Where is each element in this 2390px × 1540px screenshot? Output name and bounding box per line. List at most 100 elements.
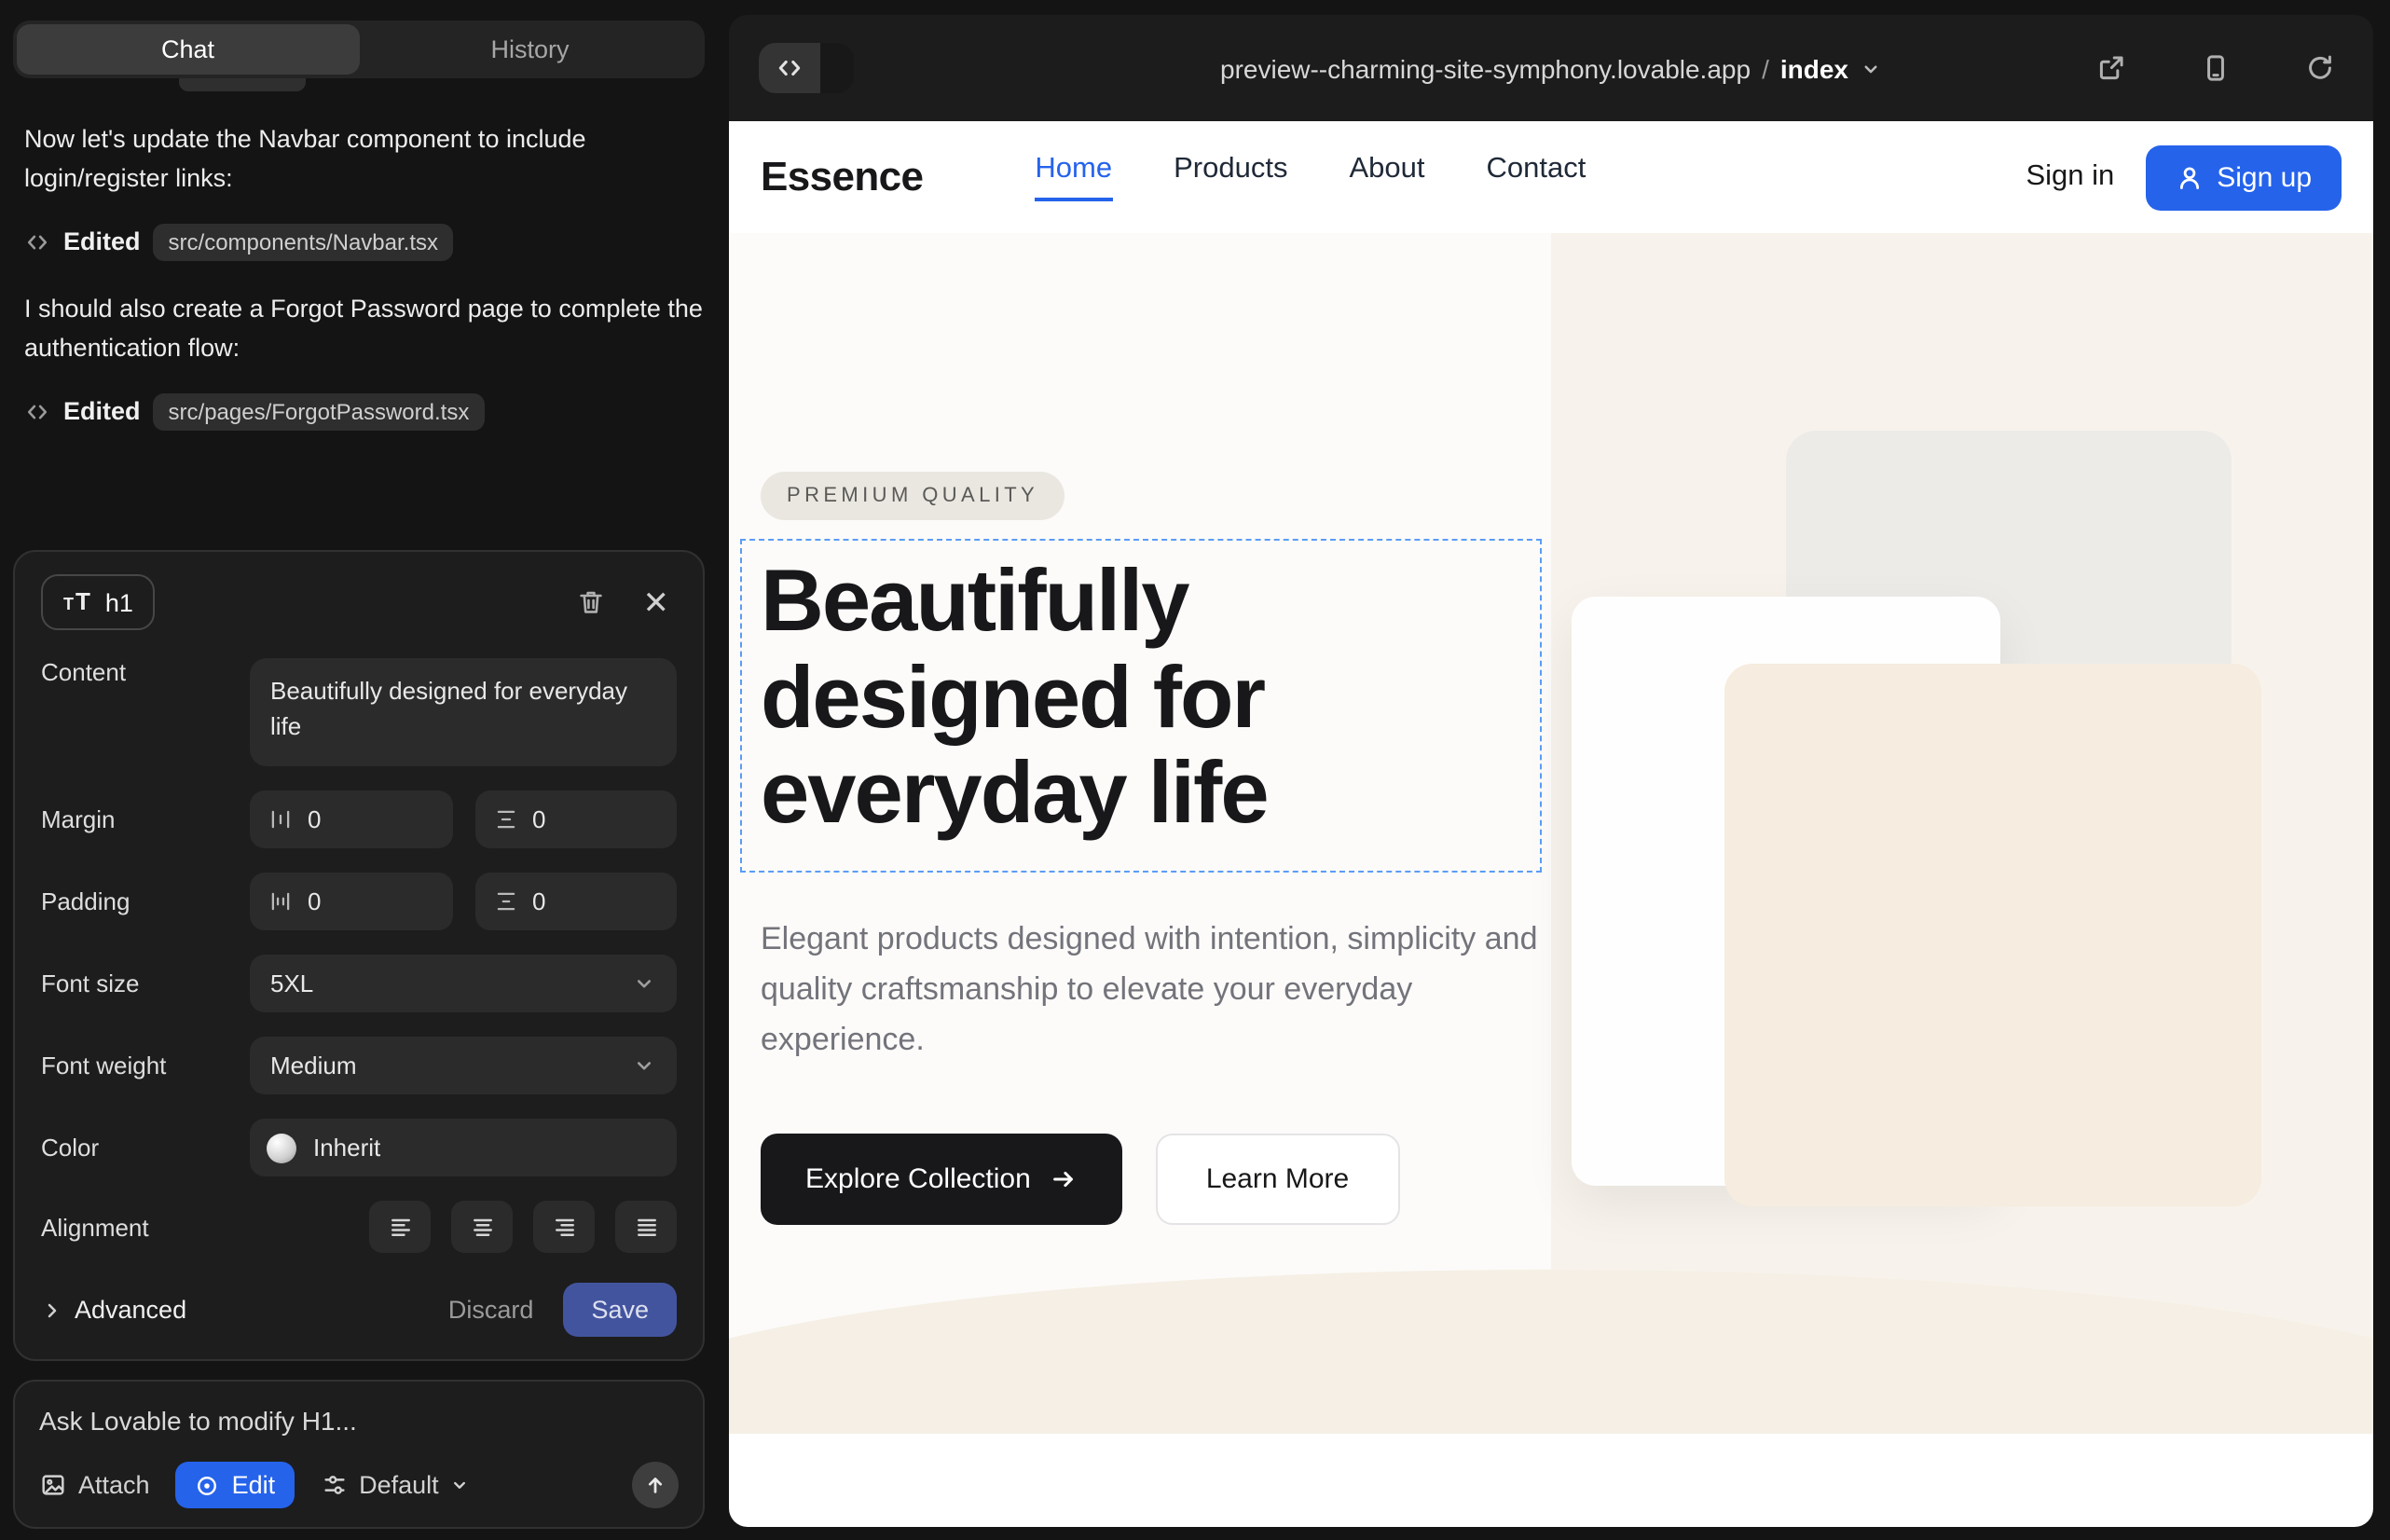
alignment-label: Alignment — [41, 1213, 250, 1241]
arrow-right-icon — [1050, 1164, 1078, 1192]
trash-icon — [576, 587, 606, 617]
hero-headline: Beautifully designed for everyday life — [761, 552, 1521, 841]
chevron-down-icon — [450, 1475, 471, 1495]
font-weight-select[interactable]: Medium — [250, 1037, 677, 1094]
margin-label: Margin — [41, 805, 250, 833]
edited-file-row: Edited src/components/Navbar.tsx — [24, 224, 703, 261]
chevron-right-icon — [41, 1299, 63, 1321]
select-target-icon — [195, 1472, 221, 1498]
vertical-padding-icon — [493, 889, 517, 914]
delete-element-button[interactable] — [569, 580, 613, 625]
sliders-icon — [320, 1471, 348, 1499]
url-page: index — [1780, 53, 1848, 83]
content-input[interactable]: Beautifully designed for everyday life — [250, 658, 677, 766]
refresh-button[interactable] — [2297, 45, 2343, 91]
nav-link-home[interactable]: Home — [1035, 153, 1112, 201]
padding-x-input[interactable]: 0 — [250, 873, 452, 930]
browser-frame: preview--charming-site-symphony.lovable.… — [729, 15, 2373, 1527]
decorative-cream-card — [1724, 664, 2261, 1206]
align-justify-icon — [633, 1214, 659, 1240]
browser-toolbar: preview--charming-site-symphony.lovable.… — [729, 15, 2373, 121]
save-button[interactable]: Save — [563, 1283, 677, 1337]
content-label: Content — [41, 658, 250, 686]
code-icon — [24, 229, 50, 255]
image-icon — [39, 1471, 67, 1499]
color-select[interactable]: Inherit — [250, 1119, 677, 1176]
color-label: Color — [41, 1134, 250, 1162]
margin-x-input[interactable]: 0 — [250, 791, 452, 848]
url-bar[interactable]: preview--charming-site-symphony.lovable.… — [1220, 53, 1882, 83]
margin-y-input[interactable]: 0 — [474, 791, 677, 848]
chat-message: I should also create a Forgot Password p… — [24, 291, 703, 369]
text-size-icon: TT — [63, 585, 90, 619]
edited-file-row: Edited src/pages/ForgotPassword.tsx — [24, 392, 703, 430]
chevron-down-icon — [632, 1053, 656, 1078]
hero-subtext: Elegant products designed with intention… — [761, 914, 1544, 1066]
smartphone-icon — [2200, 52, 2232, 84]
mode-select-button[interactable]: Default — [320, 1471, 471, 1499]
user-icon — [2176, 163, 2204, 191]
url-separator: / — [1762, 53, 1769, 83]
chat-input[interactable]: Ask Lovable to modify H1... — [39, 1406, 679, 1462]
align-left-button[interactable] — [369, 1201, 431, 1253]
edited-label: Edited — [63, 228, 141, 256]
discard-button[interactable]: Discard — [448, 1296, 534, 1324]
close-icon: ✕ — [643, 586, 670, 618]
explore-collection-button[interactable]: Explore Collection — [761, 1133, 1122, 1224]
padding-label: Padding — [41, 887, 250, 915]
external-link-icon — [2095, 52, 2127, 84]
code-view-toggle[interactable] — [759, 43, 854, 93]
open-in-new-tab-button[interactable] — [2088, 45, 2135, 91]
align-center-button[interactable] — [451, 1201, 513, 1253]
edit-mode-button[interactable]: Edit — [176, 1462, 295, 1508]
close-inspector-button[interactable]: ✕ — [636, 579, 678, 626]
selected-element-pill[interactable]: TT h1 — [41, 574, 156, 630]
nav-link-about[interactable]: About — [1349, 153, 1424, 201]
align-right-button[interactable] — [533, 1201, 595, 1253]
left-panel: Chat History Now let's update the Navbar… — [0, 0, 727, 1540]
site-navbar: Essence Home Products About Contact Sign… — [729, 121, 2373, 233]
sign-in-link[interactable]: Sign in — [2026, 160, 2114, 194]
code-icon — [24, 398, 50, 424]
align-center-icon — [469, 1214, 495, 1240]
chat-message: Now let's update the Navbar component to… — [24, 121, 703, 199]
nav-link-products[interactable]: Products — [1174, 153, 1287, 201]
site-logo[interactable]: Essence — [761, 153, 923, 201]
font-size-select[interactable]: 5XL — [250, 955, 677, 1012]
chevron-down-icon — [632, 971, 656, 996]
font-size-label: Font size — [41, 969, 250, 997]
code-chevrons-icon — [776, 54, 804, 82]
selected-element-tag: h1 — [105, 588, 133, 616]
clipped-file-badge — [179, 78, 306, 91]
chat-history-tabbar: Chat History — [13, 21, 705, 78]
edited-file-badge[interactable]: src/pages/ForgotPassword.tsx — [154, 392, 485, 430]
learn-more-button[interactable]: Learn More — [1156, 1133, 1399, 1224]
nav-link-contact[interactable]: Contact — [1487, 153, 1586, 201]
vertical-spacing-icon — [493, 807, 517, 832]
toggle-track — [820, 43, 854, 93]
sign-up-button[interactable]: Sign up — [2146, 144, 2342, 210]
padding-y-input[interactable]: 0 — [474, 873, 677, 930]
advanced-toggle[interactable]: Advanced — [41, 1296, 186, 1324]
app: Chat History Now let's update the Navbar… — [0, 0, 2390, 1540]
send-button[interactable] — [632, 1462, 679, 1508]
selected-h1-element[interactable]: Beautifully designed for everyday life — [740, 539, 1542, 873]
color-swatch — [267, 1133, 296, 1162]
site-preview: Essence Home Products About Contact Sign… — [729, 121, 2373, 1527]
refresh-icon — [2304, 52, 2336, 84]
tab-chat[interactable]: Chat — [17, 24, 359, 75]
align-right-icon — [551, 1214, 577, 1240]
tab-history[interactable]: History — [359, 24, 701, 75]
chat-message-list: Now let's update the Navbar component to… — [0, 78, 727, 539]
align-justify-button[interactable] — [615, 1201, 677, 1253]
align-left-icon — [387, 1214, 413, 1240]
attach-button[interactable]: Attach — [39, 1471, 150, 1499]
edited-file-badge[interactable]: src/components/Navbar.tsx — [154, 224, 453, 261]
element-inspector-panel: TT h1 ✕ Content Beautifully designed for… — [13, 550, 705, 1361]
mobile-preview-button[interactable] — [2192, 45, 2239, 91]
arrow-up-icon — [643, 1473, 667, 1497]
horizontal-padding-icon — [268, 889, 293, 914]
url-domain: preview--charming-site-symphony.lovable.… — [1220, 53, 1751, 83]
chat-composer: Ask Lovable to modify H1... Attach Edit — [13, 1380, 705, 1529]
horizontal-spacing-icon — [268, 807, 293, 832]
